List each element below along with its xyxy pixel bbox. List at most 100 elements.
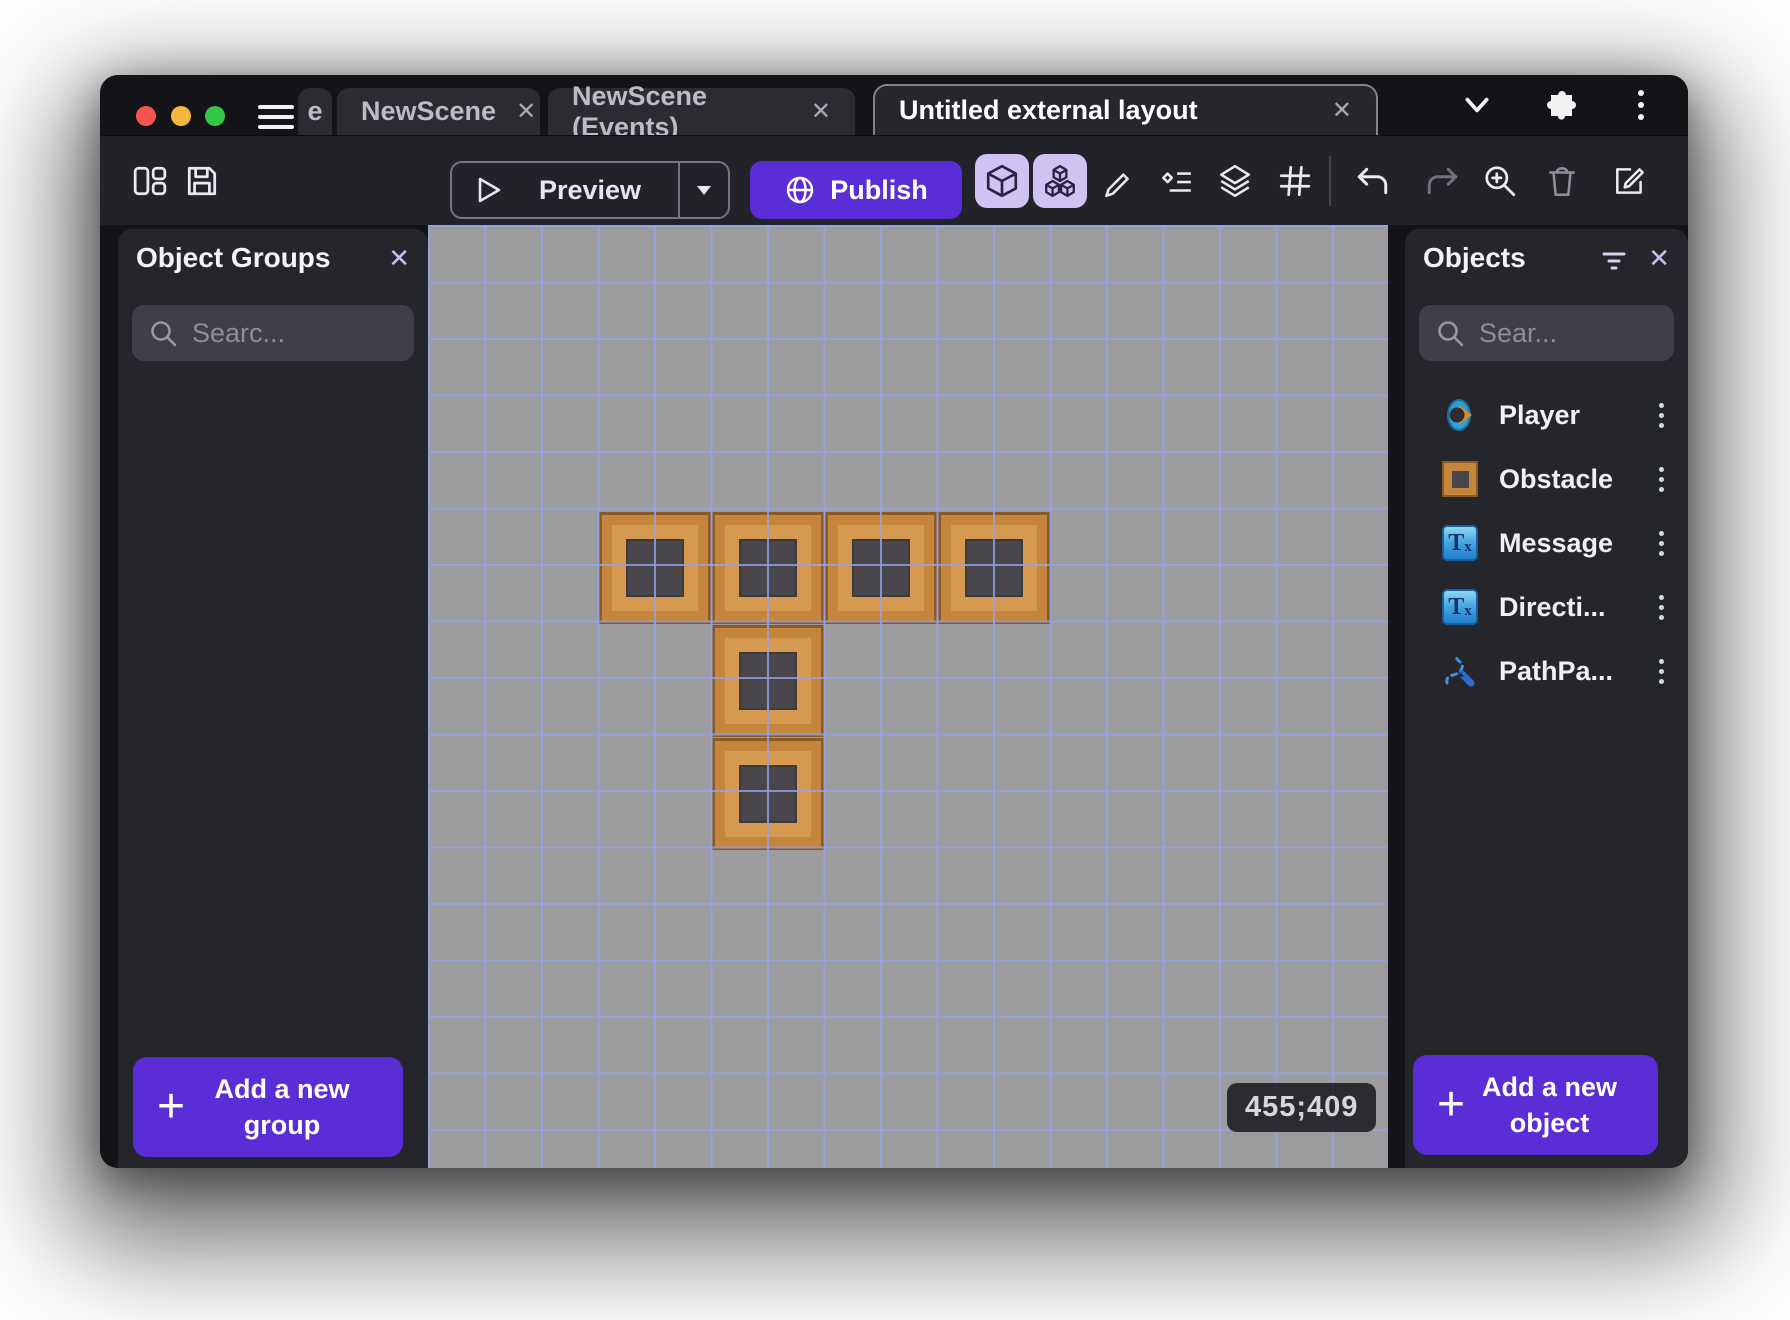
tab-partial[interactable]: e [298,88,332,135]
globe-icon [787,176,814,204]
object-name: Message [1499,527,1614,558]
object-row-obstacle[interactable]: Obstacle [1405,447,1688,511]
add-object-label-line2: object [1509,1108,1590,1138]
close-icon[interactable]: ✕ [811,97,831,126]
panel-title: Objects [1423,242,1526,273]
tab-label: NewScene (Events) [572,80,708,142]
obstacle-instance[interactable] [712,625,824,737]
window-menu-button[interactable] [1634,75,1648,135]
close-icon[interactable]: ✕ [1648,243,1670,274]
object-menu-button[interactable] [1655,527,1668,560]
object-row-message[interactable]: Tx Message [1405,511,1688,575]
objects-list: Player Obstacle Tx Message Tx Directi... [1405,383,1688,703]
toggle-panels-button[interactable] [132,163,168,199]
cursor-coordinates-badge: 455;409 [1227,1083,1377,1132]
object-row-player[interactable]: Player [1405,383,1688,447]
trash-icon [1549,167,1575,197]
object-menu-button[interactable] [1655,591,1668,624]
tabs-overflow-button[interactable] [1462,75,1492,135]
text-object-icon: Tx [1441,588,1479,626]
plus-icon: + [1437,1078,1466,1131]
text-object-icon: Tx [1441,524,1479,562]
tab-newscene-events[interactable]: NewScene (Events) ✕ [548,81,855,142]
tab-bar: e NewScene ✕ NewScene (Events) ✕ Untitle… [100,75,1688,142]
obstacle-instance[interactable] [938,512,1050,624]
tab-label: NewScene [361,96,497,126]
close-icon[interactable]: ✕ [388,243,410,274]
object-groups-editor-button[interactable] [1033,154,1087,208]
object-name: Player [1499,399,1581,430]
tab-newscene[interactable]: NewScene ✕ [337,88,540,135]
edit-scene-button[interactable] [1099,163,1135,199]
play-icon [478,177,501,203]
publish-button[interactable]: Publish [750,161,962,219]
close-window-button[interactable] [136,106,156,126]
redo-icon [1427,167,1458,195]
filter-icon [1602,252,1626,270]
objects-search[interactable] [1419,305,1674,361]
undo-button[interactable] [1354,163,1390,199]
obstacle-instance[interactable] [712,738,824,850]
layers-icon [1219,164,1251,198]
delete-button[interactable] [1544,163,1580,199]
filter-button[interactable] [1598,242,1630,274]
obstacle-instance[interactable] [712,512,824,624]
layout-panels-icon [133,166,167,196]
object-groups-search[interactable] [132,305,414,361]
close-icon[interactable]: ✕ [1332,96,1352,125]
tab-label: e [307,96,323,126]
object-name: Obstacle [1499,463,1614,494]
search-icon [1438,321,1464,347]
object-row-directions[interactable]: Tx Directi... [1405,575,1688,639]
grid-button[interactable] [1277,163,1313,199]
add-object-button[interactable]: + Add a new object [1413,1055,1658,1155]
publish-label: Publish [830,174,928,205]
maximize-window-button[interactable] [205,106,225,126]
redo-button[interactable] [1425,163,1461,199]
panel-title: Object Groups [136,242,331,273]
search-icon [151,321,177,347]
preview-options-button[interactable] [680,179,728,201]
panel-header: Objects ✕ [1405,229,1688,287]
search-input[interactable] [192,317,398,349]
layers-button[interactable] [1217,163,1253,199]
object-groups-panel: Object Groups ✕ + Add a new group [118,229,428,1168]
zoom-in-icon [1485,166,1516,197]
objects-panel: Objects ✕ Player [1405,229,1688,1168]
obstacle-instance[interactable] [825,512,937,624]
object-row-pathpaint[interactable]: PathPa... [1405,639,1688,703]
grid-icon [1279,165,1311,197]
extensions-button[interactable] [1545,75,1579,135]
pencil-icon [1105,173,1129,198]
object-menu-button[interactable] [1655,399,1668,432]
close-icon[interactable]: ✕ [516,97,536,126]
save-button[interactable] [184,163,220,199]
minimize-window-button[interactable] [171,106,191,126]
objects-editor-button[interactable] [975,154,1029,208]
caret-down-icon [697,186,711,195]
edit-notes-icon [1616,168,1644,194]
kebab-menu-icon [1634,86,1648,124]
obstacle-icon [1441,460,1479,498]
search-input[interactable] [1479,317,1658,349]
object-name: Directi... [1499,591,1606,622]
object-menu-button[interactable] [1655,655,1668,688]
content-area: Object Groups ✕ + Add a new group 455;409… [100,225,1688,1168]
main-menu-button[interactable] [258,105,294,129]
undo-icon [1357,167,1388,195]
object-name: PathPa... [1499,655,1614,686]
scene-canvas[interactable]: 455;409 [428,225,1388,1168]
obstacle-instance[interactable] [599,512,711,624]
chevron-down-icon [1465,97,1489,113]
path-paint-icon [1441,652,1479,690]
add-group-label-line2: group [243,1110,321,1140]
cubes-icon [1045,165,1075,197]
tab-untitled-external-layout[interactable]: Untitled external layout ✕ [873,84,1378,135]
zoom-in-button[interactable] [1482,163,1518,199]
preview-button[interactable]: Preview [450,161,730,219]
edit-properties-button[interactable] [1612,163,1648,199]
object-menu-button[interactable] [1655,463,1668,496]
instances-list-button[interactable] [1157,163,1193,199]
tab-label: Untitled external layout [899,95,1198,125]
add-group-button[interactable]: + Add a new group [133,1057,403,1157]
